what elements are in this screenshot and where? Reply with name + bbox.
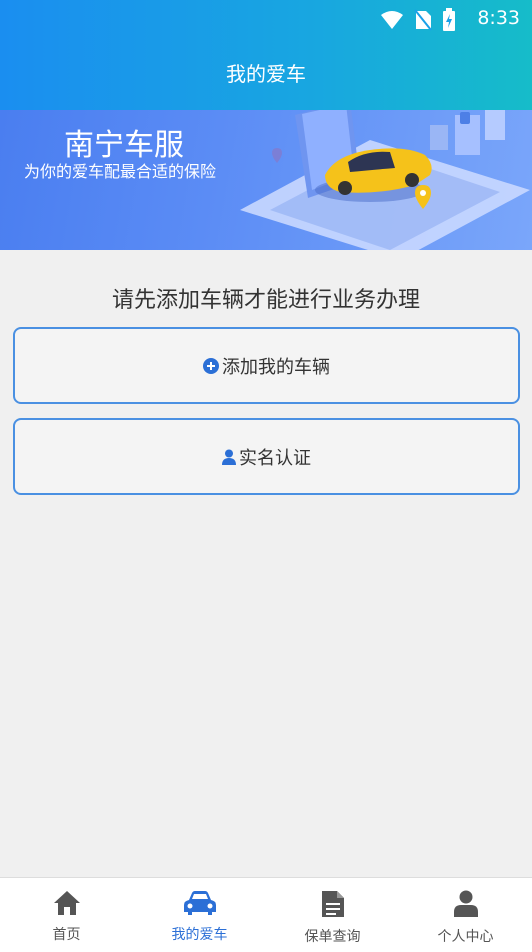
home-icon <box>53 890 81 920</box>
tab-profile-label: 个人中心 <box>437 929 494 945</box>
status-bar: 8:33 <box>0 0 532 36</box>
user-icon <box>453 890 479 922</box>
app-header: 8:33 我的爱车 <box>0 0 532 110</box>
tab-home-label: 首页 <box>52 927 81 943</box>
document-icon <box>321 890 345 922</box>
banner[interactable]: 南宁车服 为你的爱车配最合适的保险 <box>0 110 532 250</box>
user-icon <box>222 449 236 465</box>
tab-my-car-label: 我的爱车 <box>171 927 228 943</box>
add-vehicle-prompt: 请先添加车辆才能进行业务办理 <box>111 288 420 313</box>
bottom-tab-bar: 首页 我的爱车 保单查询 个人中心 <box>0 877 532 952</box>
real-name-verify-button[interactable]: 实名认证 <box>13 418 520 495</box>
tab-my-car[interactable]: 我的爱车 <box>133 878 266 952</box>
verify-label: 实名认证 <box>239 447 311 469</box>
tab-policy-query[interactable]: 保单查询 <box>266 878 399 952</box>
car-icon <box>183 890 217 920</box>
wifi-icon <box>380 10 404 34</box>
tab-policy-query-label: 保单查询 <box>304 929 361 945</box>
no-sim-icon <box>414 9 432 35</box>
page-title: 我的爱车 <box>226 62 306 86</box>
plus-circle-icon <box>203 357 219 374</box>
status-icons <box>380 8 456 36</box>
add-vehicle-button[interactable]: 添加我的车辆 <box>13 327 520 404</box>
tab-profile[interactable]: 个人中心 <box>399 878 532 952</box>
banner-subtitle: 为你的爱车配最合适的保险 <box>24 162 217 181</box>
battery-icon <box>442 8 456 36</box>
status-time: 8:33 <box>477 7 520 29</box>
banner-car-illustration <box>240 110 530 250</box>
tab-home[interactable]: 首页 <box>0 878 133 952</box>
add-vehicle-label: 添加我的车辆 <box>222 356 330 378</box>
